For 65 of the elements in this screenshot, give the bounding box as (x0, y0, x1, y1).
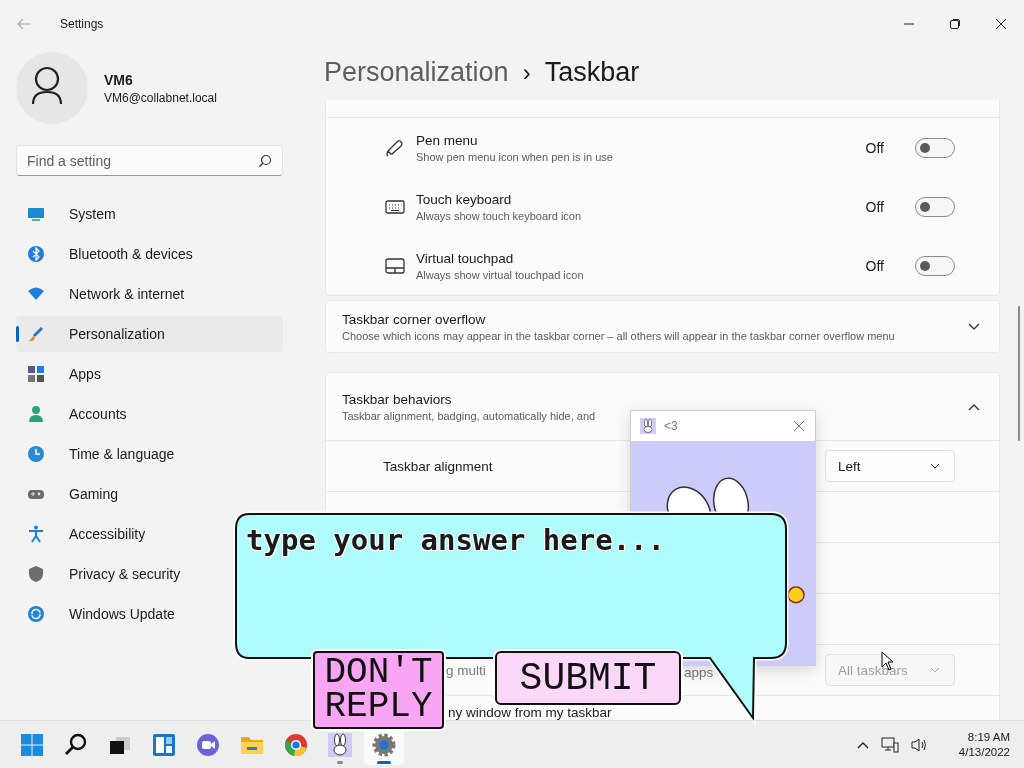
search-field[interactable]: Find a setting (16, 145, 283, 176)
expander-card[interactable]: Taskbar corner overflow Choose which icons may appear in the taskbar corner – all others will appear in the taskbar corner overflow menu (325, 300, 1000, 353)
touchpad-icon (385, 255, 405, 276)
user-name: VM6 (104, 71, 134, 88)
clock-icon (27, 445, 45, 463)
setting-title: Touch keyboard (416, 191, 513, 207)
bunny-icon (640, 418, 656, 434)
sidebar-item[interactable]: Time & language (16, 436, 283, 472)
setting-label: apps (684, 664, 714, 680)
toggle-state: Off (865, 139, 884, 156)
toggle-state: Off (865, 198, 884, 215)
person-icon (27, 405, 45, 423)
setting-label: ny window from my taskbar (448, 705, 612, 720)
setting-label: Taskbar alignment (383, 458, 494, 474)
apps-icon (27, 365, 45, 383)
scrollbar[interactable] (1018, 306, 1020, 441)
monitor-icon (27, 205, 45, 223)
section-title: Taskbar corner overflow (342, 311, 487, 327)
chevron-down-icon (930, 667, 940, 673)
volume-icon[interactable] (910, 736, 929, 753)
setting-title: Pen menu (416, 132, 479, 148)
dont-reply-button[interactable]: DON'T REPLY (313, 651, 444, 729)
sidebar-item[interactable]: Apps (16, 356, 283, 392)
submit-button[interactable]: SUBMIT (495, 651, 681, 705)
accessibility-icon (27, 525, 45, 543)
breadcrumb-separator: › (522, 58, 531, 87)
popup-title: <3 (664, 419, 678, 433)
setting-title: Virtual touchpad (416, 250, 515, 266)
setting-description: Always show touch keyboard icon (416, 209, 583, 222)
clock[interactable]: 8:19 AM 4/13/2022 (954, 729, 1014, 760)
close-icon[interactable] (995, 18, 1007, 30)
chevron-icon (968, 402, 980, 411)
shield-icon (27, 565, 45, 583)
search-icon (258, 154, 272, 168)
sidebar-item[interactable]: Personalization (16, 316, 283, 352)
section-description: Choose which icons may appear in the taskbar corner – all others will appear in the taskbar corner overflow menu (342, 329, 896, 342)
chevron-icon (968, 322, 980, 331)
sidebar-item[interactable]: System (16, 196, 283, 232)
brush-icon (27, 325, 45, 343)
toggle-switch[interactable] (915, 137, 955, 158)
update-icon (27, 605, 45, 623)
breadcrumb-parent[interactable]: Personalization (324, 57, 509, 88)
window-title: Settings (60, 17, 104, 31)
page-title: Taskbar (544, 57, 640, 88)
setting-description: Show pen menu icon when pen is in use (416, 150, 614, 163)
chevron-up-icon[interactable] (856, 740, 869, 749)
sidebar-item[interactable]: Bluetooth & devices (16, 236, 283, 272)
network-icon[interactable] (880, 736, 899, 753)
section-description: Taskbar alignment, badging, automatically hide, and (342, 409, 597, 422)
chevron-down-icon (930, 463, 940, 469)
sidebar-item[interactable]: Gaming (16, 476, 283, 512)
toggle-switch[interactable] (915, 196, 955, 217)
alignment-dropdown[interactable]: Left (825, 450, 955, 482)
maximize-icon[interactable] (949, 18, 961, 30)
bluetooth-icon (27, 245, 45, 263)
user-email: VM6@collabnet.local (104, 90, 217, 105)
pen-icon (385, 137, 405, 158)
section-title: Taskbar behaviors (342, 391, 453, 407)
sidebar-item[interactable]: Accounts (16, 396, 283, 432)
sidebar-item[interactable]: Network & internet (16, 276, 283, 312)
toggle-state: Off (865, 257, 884, 274)
setting-description: Always show virtual touchpad icon (416, 268, 585, 281)
avatar-icon (16, 52, 88, 124)
toggle-switch[interactable] (915, 255, 955, 276)
setting-label: g multi (446, 662, 487, 678)
